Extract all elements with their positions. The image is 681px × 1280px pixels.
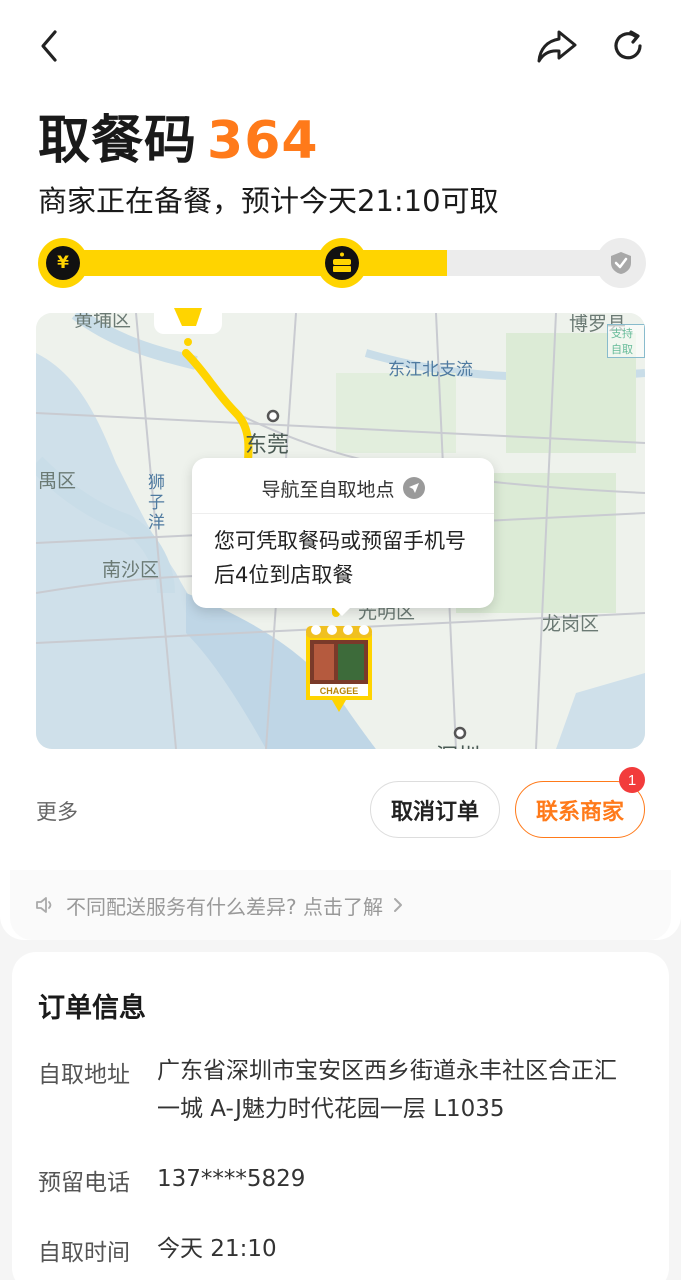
phone-value: 137****5829 — [157, 1166, 306, 1192]
unread-badge: 1 — [619, 767, 645, 793]
order-info-title: 订单信息 — [38, 993, 146, 1024]
tooltip-divider — [192, 513, 494, 514]
time-label: 自取时间 — [38, 1240, 130, 1266]
store-marker[interactable]: CHAGEE — [302, 620, 376, 720]
pickup-support-badge: 支持自取 — [607, 324, 645, 358]
progress-fill — [46, 250, 447, 276]
step-paid: ¥ — [38, 238, 88, 288]
store-brand: CHAGEE — [319, 686, 359, 696]
phone-label: 预留电话 — [38, 1170, 130, 1196]
chevron-left-icon — [41, 30, 57, 62]
status-text: 商家正在备餐，预计今天21:10可取 — [38, 184, 499, 218]
map-label-nansha: 南沙区 — [102, 559, 160, 581]
top-bar — [0, 0, 681, 95]
navigation-arrow-icon — [402, 477, 425, 499]
time-value: 今天 21:10 — [157, 1236, 277, 1262]
cancel-order-button[interactable]: 取消订单 — [370, 781, 500, 838]
tooltip-tail — [330, 604, 354, 616]
share-button[interactable] — [535, 24, 579, 68]
map-label-dongjiang: 东江北支流 — [388, 360, 473, 380]
yen-icon: ¥ — [46, 246, 80, 280]
map-label-shenzhen: 深圳 — [436, 739, 480, 749]
store-pin-icon — [306, 625, 372, 712]
cake-icon — [325, 246, 359, 280]
map-label-panyu: 禺区 — [38, 470, 77, 492]
back-button[interactable] — [28, 24, 72, 68]
rider-marker-icon — [154, 298, 222, 346]
address-value: 广东省深圳市宝安区西乡街道永丰社区合正汇一城 A-J魅力时代花园一层 L1035 — [157, 1058, 617, 1122]
check-shield-icon — [611, 252, 631, 274]
map-label-dongguan: 东莞 — [245, 433, 290, 458]
refresh-icon — [614, 30, 642, 60]
tip-text: 不同配送服务有什么差异? 点击了解 — [66, 894, 383, 919]
page-title: 取餐码 364 — [38, 98, 319, 173]
more-button[interactable]: 更多 — [36, 796, 78, 826]
map-label-huangpu: 黄埔区 — [74, 313, 132, 331]
map-label-shiziyang: 狮子洋 — [148, 473, 165, 533]
speaker-icon — [36, 897, 52, 913]
pickup-message: 您可凭取餐码或预留手机号后4位到店取餐 — [214, 529, 466, 587]
share-icon — [537, 30, 577, 63]
order-info-card: 订单信息 自取地址 广东省深圳市宝安区西乡街道永丰社区合正汇一城 A-J魅力时代… — [12, 952, 669, 1280]
refresh-button[interactable] — [606, 24, 650, 68]
chevron-right-icon — [393, 898, 402, 912]
delivery-service-tip[interactable]: 不同配送服务有什么差异? 点击了解 — [10, 870, 671, 940]
map-label-longgang: 龙岗区 — [542, 613, 600, 635]
step-preparing — [317, 238, 367, 288]
pickup-code: 364 — [207, 111, 319, 171]
step-completed — [596, 238, 646, 288]
navigate-button[interactable]: 导航至自取地点 — [192, 466, 494, 510]
progress-bar: ¥ — [38, 238, 646, 288]
navigate-label: 导航至自取地点 — [261, 478, 395, 501]
title-prefix: 取餐码 — [38, 111, 198, 171]
pickup-tooltip: 导航至自取地点 您可凭取餐码或预留手机号后4位到店取餐 — [192, 458, 494, 616]
address-label: 自取地址 — [38, 1062, 130, 1088]
